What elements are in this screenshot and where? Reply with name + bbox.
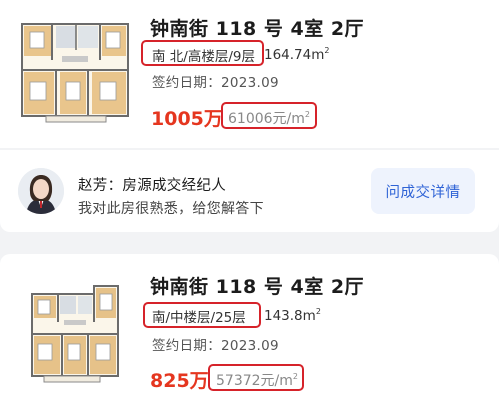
floorplan-image[interactable] — [16, 10, 134, 128]
highlight-box-unit-price — [208, 364, 304, 391]
area-unit-sup: 2 — [315, 307, 321, 316]
total-price: 1005万 — [151, 108, 223, 130]
listing-area: 164.74m2 — [264, 46, 329, 63]
floorplan-image[interactable] — [24, 280, 124, 392]
ask-deal-details-button[interactable]: 问成交详情 — [371, 168, 475, 214]
sign-date: 签约日期：2023.09 — [152, 75, 279, 91]
area-value: 143.8m — [264, 308, 316, 324]
agent-avatar[interactable] — [18, 168, 64, 214]
highlight-box-floor — [143, 302, 261, 328]
highlight-box-unit-price — [221, 102, 317, 129]
sign-date: 签约日期：2023.09 — [152, 338, 279, 354]
agent-message: 我对此房很熟悉，给您解答下 — [78, 201, 264, 217]
listing-title: 钟南街 118 号 4室 2厅 — [150, 276, 365, 298]
area-unit-sup: 2 — [324, 46, 330, 55]
total-price: 825万 — [150, 370, 209, 392]
highlight-box-floor — [141, 40, 264, 66]
listing-card-1[interactable]: 钟南街 118 号 4室 2厅 南 北/高楼层/9层 164.74m2 签约日期… — [0, 0, 499, 148]
agent-name-role: 赵芳：房源成交经纪人 — [78, 178, 226, 194]
agent-card[interactable]: 赵芳：房源成交经纪人 我对此房很熟悉，给您解答下 问成交详情 — [0, 150, 499, 232]
area-value: 164.74m — [264, 47, 325, 63]
listing-area: 143.8m2 — [264, 307, 321, 324]
listing-title: 钟南街 118 号 4室 2厅 — [150, 18, 365, 40]
